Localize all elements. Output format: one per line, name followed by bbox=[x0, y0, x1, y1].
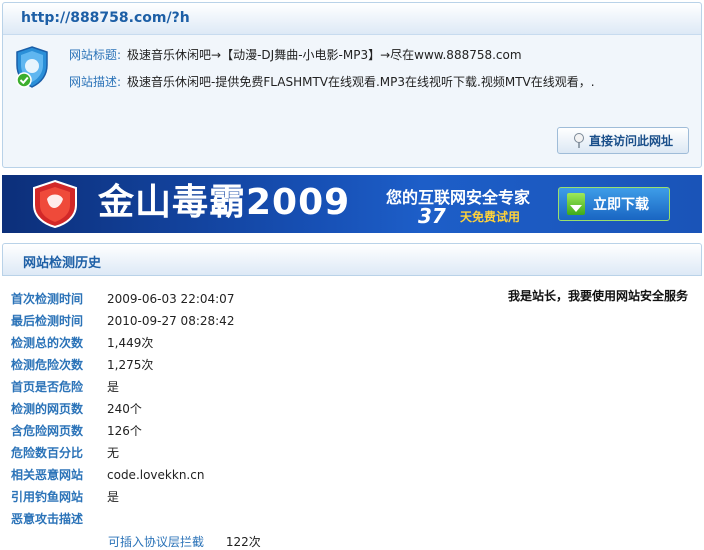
history-row: 检测的网页数 240个 bbox=[11, 399, 234, 421]
owner-service-link[interactable]: 我是站长，我要使用网站安全服务 bbox=[508, 287, 688, 304]
banner-trial-days: 37 bbox=[418, 204, 446, 228]
banner-trial-text: 天免费试用 bbox=[460, 210, 521, 224]
row-value: 2010-09-27 08:28:42 bbox=[107, 314, 235, 328]
banner-title: 金山毒霸2009 bbox=[98, 182, 351, 223]
row-value: 1,449次 bbox=[107, 336, 154, 350]
row-value: 无 bbox=[107, 446, 120, 460]
row-value: 是 bbox=[107, 380, 120, 394]
row-label: 检测危险次数 bbox=[11, 358, 84, 372]
row-value[interactable]: code.lovekkn.cn bbox=[107, 465, 204, 487]
row-value: 240个 bbox=[107, 402, 142, 416]
row-label: 最后检测时间 bbox=[11, 314, 84, 328]
site-title-value: 极速音乐休闲吧→【动漫-DJ舞曲-小电影-MP3】→尽在www.888758.c… bbox=[127, 48, 522, 62]
attack-detail-row: 可插入协议层拦截 122次 bbox=[108, 533, 261, 550]
download-now-button[interactable]: 立即下载 bbox=[558, 187, 670, 221]
row-label: 恶意攻击描述 bbox=[11, 512, 84, 526]
visit-site-button[interactable]: 直接访问此网址 bbox=[557, 127, 689, 154]
download-now-label: 立即下载 bbox=[593, 197, 649, 213]
history-row: 首次检测时间 2009-06-03 22:04:07 bbox=[11, 289, 234, 311]
row-value: 126个 bbox=[107, 424, 142, 438]
row-value: 2009-06-03 22:04:07 bbox=[107, 292, 235, 306]
shield-logo-icon bbox=[33, 179, 77, 229]
history-list: 首次检测时间 2009-06-03 22:04:07 最后检测时间 2010-0… bbox=[11, 289, 234, 531]
row-label: 危险数百分比 bbox=[11, 446, 84, 460]
history-section-header: 网站检测历史 bbox=[2, 243, 702, 276]
row-label: 引用钓鱼网站 bbox=[11, 490, 84, 504]
security-shield-check-icon bbox=[16, 46, 48, 88]
site-title-row: 网站标题: 极速音乐休闲吧→【动漫-DJ舞曲-小电影-MP3】→尽在www.888… bbox=[69, 46, 522, 63]
history-row: 相关恶意网站 code.lovekkn.cn bbox=[11, 465, 234, 487]
site-desc-label: 网站描述: bbox=[69, 75, 122, 89]
row-label: 首次检测时间 bbox=[11, 292, 84, 306]
row-label: 检测的网页数 bbox=[11, 402, 84, 416]
row-label: 相关恶意网站 bbox=[11, 468, 84, 482]
visit-site-label: 直接访问此网址 bbox=[588, 134, 673, 148]
download-icon bbox=[567, 193, 585, 215]
pin-icon bbox=[573, 132, 584, 148]
history-row: 首页是否危险 是 bbox=[11, 377, 234, 399]
history-row: 恶意攻击描述 bbox=[11, 509, 234, 531]
site-url[interactable]: http://888758.com/?h bbox=[21, 10, 190, 26]
row-label: 首页是否危险 bbox=[11, 380, 84, 394]
history-row: 引用钓鱼网站 是 bbox=[11, 487, 234, 509]
site-info-panel: http://888758.com/?h 网站标题: 极速音乐休闲吧→【动漫-DJ… bbox=[2, 2, 702, 168]
row-label: 检测总的次数 bbox=[11, 336, 84, 350]
site-desc-value: 极速音乐休闲吧-提供免费FLASHMTV在线观看.MP3在线视听下载.视频MTV… bbox=[127, 75, 595, 89]
history-section-title: 网站检测历史 bbox=[23, 256, 102, 271]
history-row: 含危险网页数 126个 bbox=[11, 421, 234, 443]
url-bar: http://888758.com/?h bbox=[3, 3, 701, 35]
site-title-label: 网站标题: bbox=[69, 48, 122, 62]
history-row: 检测危险次数 1,275次 bbox=[11, 355, 234, 377]
duba-ad-banner[interactable]: 金山毒霸2009 您的互联网安全专家 37 天免费试用 立即下载 bbox=[2, 175, 702, 233]
history-row: 最后检测时间 2010-09-27 08:28:42 bbox=[11, 311, 234, 333]
banner-slogan: 您的互联网安全专家 bbox=[386, 188, 531, 207]
attack-count: 122次 bbox=[225, 535, 261, 549]
row-label: 含危险网页数 bbox=[11, 424, 84, 438]
row-value: 是 bbox=[107, 490, 120, 504]
history-row: 危险数百分比 无 bbox=[11, 443, 234, 465]
row-value: 1,275次 bbox=[107, 358, 154, 372]
attack-type-link[interactable]: 可插入协议层拦截 bbox=[108, 535, 204, 549]
history-row: 检测总的次数 1,449次 bbox=[11, 333, 234, 355]
site-desc-row: 网站描述: 极速音乐休闲吧-提供免费FLASHMTV在线观看.MP3在线视听下载.… bbox=[69, 73, 595, 90]
